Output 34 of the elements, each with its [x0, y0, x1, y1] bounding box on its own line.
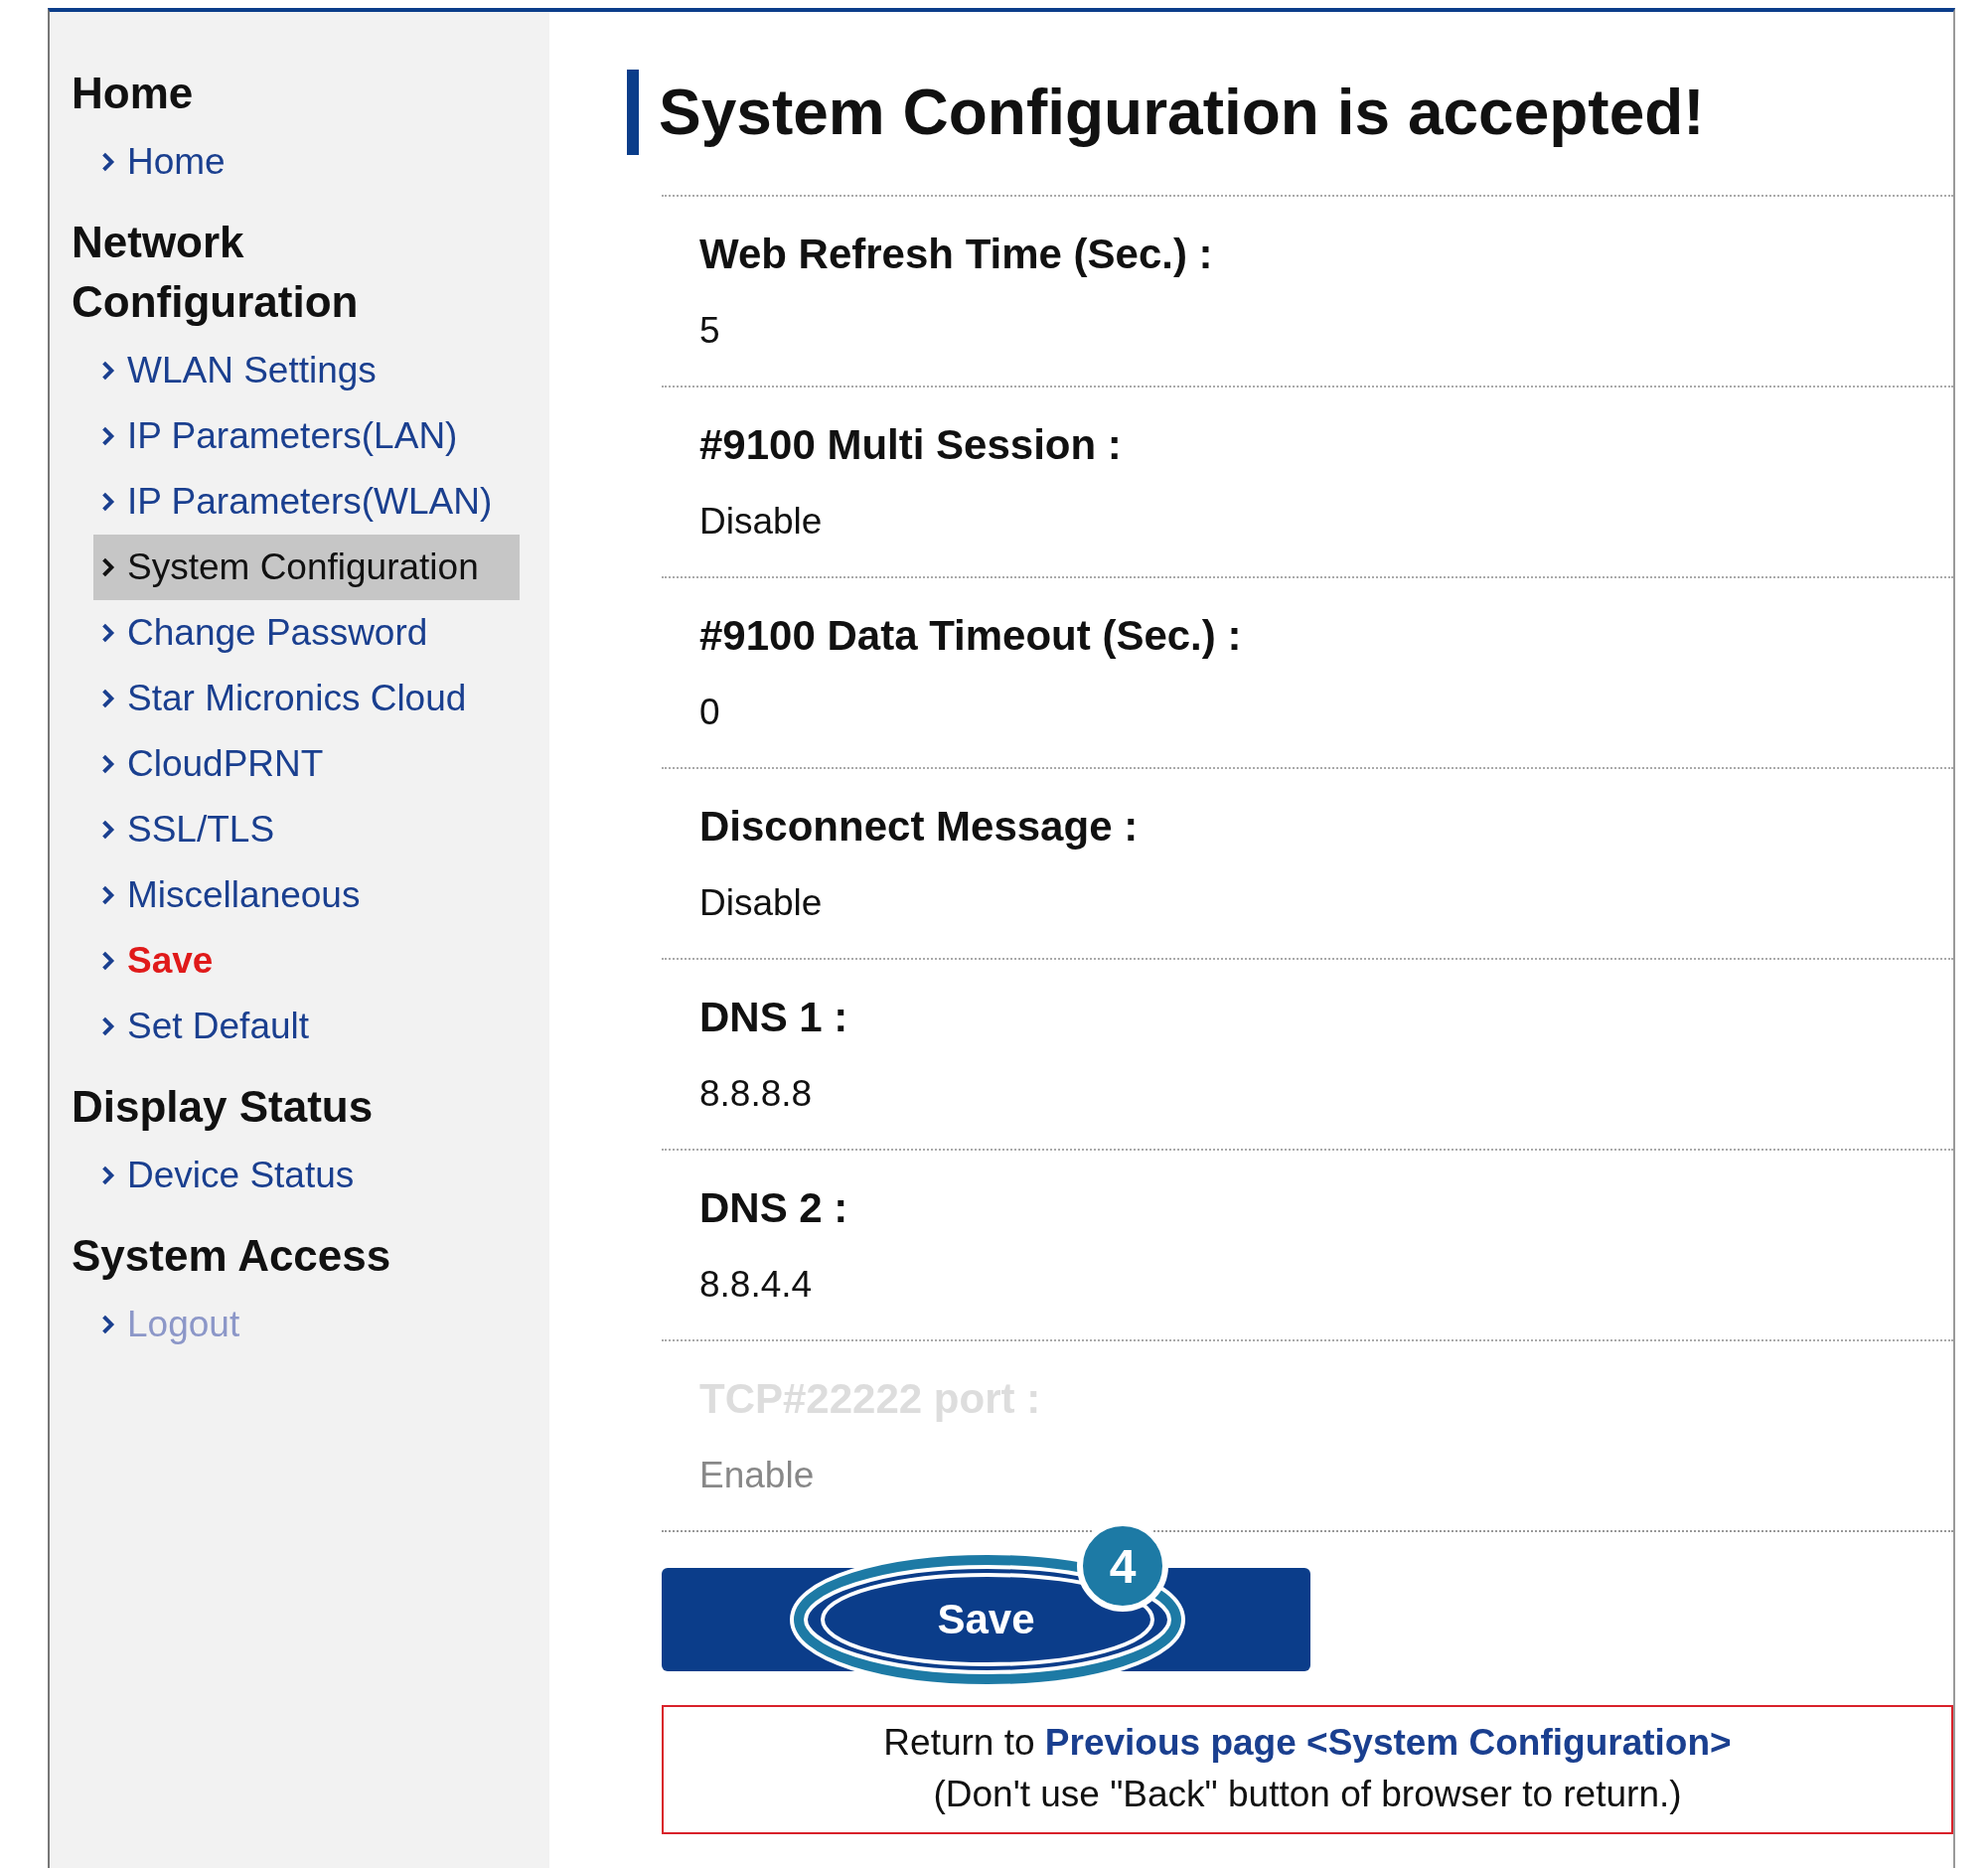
sidebar-link[interactable]: SSL/TLS: [72, 797, 528, 862]
setting-label: #9100 Data Timeout (Sec.) :: [699, 611, 1243, 661]
setting-label: DNS 2 :: [699, 1183, 849, 1233]
sidebar-link[interactable]: Star Micronics Cloud: [72, 666, 528, 731]
sidebar-link[interactable]: Set Default: [72, 994, 528, 1059]
setting-label: Disconnect Message :: [699, 802, 1140, 852]
setting-label: #9100 Multi Session :: [699, 420, 1123, 470]
sidebar-heading: Home: [72, 68, 195, 119]
sidebar-link[interactable]: Save: [72, 928, 528, 994]
setting-value: 0: [699, 691, 721, 734]
setting-value: Disable: [699, 500, 824, 544]
sidebar-link[interactable]: IP Parameters(WLAN): [72, 469, 528, 535]
warning-text: (Don't use "Back" button of browser to return.): [932, 1773, 1683, 1816]
sidebar-link[interactable]: Miscellaneous: [72, 862, 528, 928]
sidebar-link[interactable]: System Configuration: [93, 535, 520, 600]
return-text: Return to: [883, 1722, 1035, 1763]
sidebar-link[interactable]: IP Parameters(LAN): [72, 403, 528, 469]
setting-value: 8.8.4.4: [699, 1263, 814, 1307]
sidebar-link[interactable]: Device Status: [72, 1143, 528, 1208]
sidebar-link[interactable]: WLAN Settings: [72, 338, 528, 403]
sidebar-link[interactable]: CloudPRNT: [72, 731, 528, 797]
setting-value: 8.8.8.8: [699, 1072, 814, 1116]
setting-label: DNS 1 :: [699, 993, 849, 1042]
previous-page-link[interactable]: Previous page <System Configuration>: [1044, 1722, 1732, 1763]
setting-value: 5: [699, 309, 721, 353]
sidebar-heading: System Access: [72, 1230, 392, 1282]
setting-label: Web Refresh Time (Sec.) :: [699, 230, 1214, 279]
page-title: System Configuration is accepted!: [627, 70, 1953, 155]
setting-value: Enable: [699, 1454, 816, 1497]
setting-value: Disable: [699, 881, 824, 925]
sidebar-heading: Display Status: [72, 1081, 375, 1133]
sidebar-link[interactable]: Change Password: [72, 600, 528, 666]
sidebar-link[interactable]: Home: [72, 129, 528, 195]
sidebar-heading: Network Configuration: [72, 217, 360, 328]
